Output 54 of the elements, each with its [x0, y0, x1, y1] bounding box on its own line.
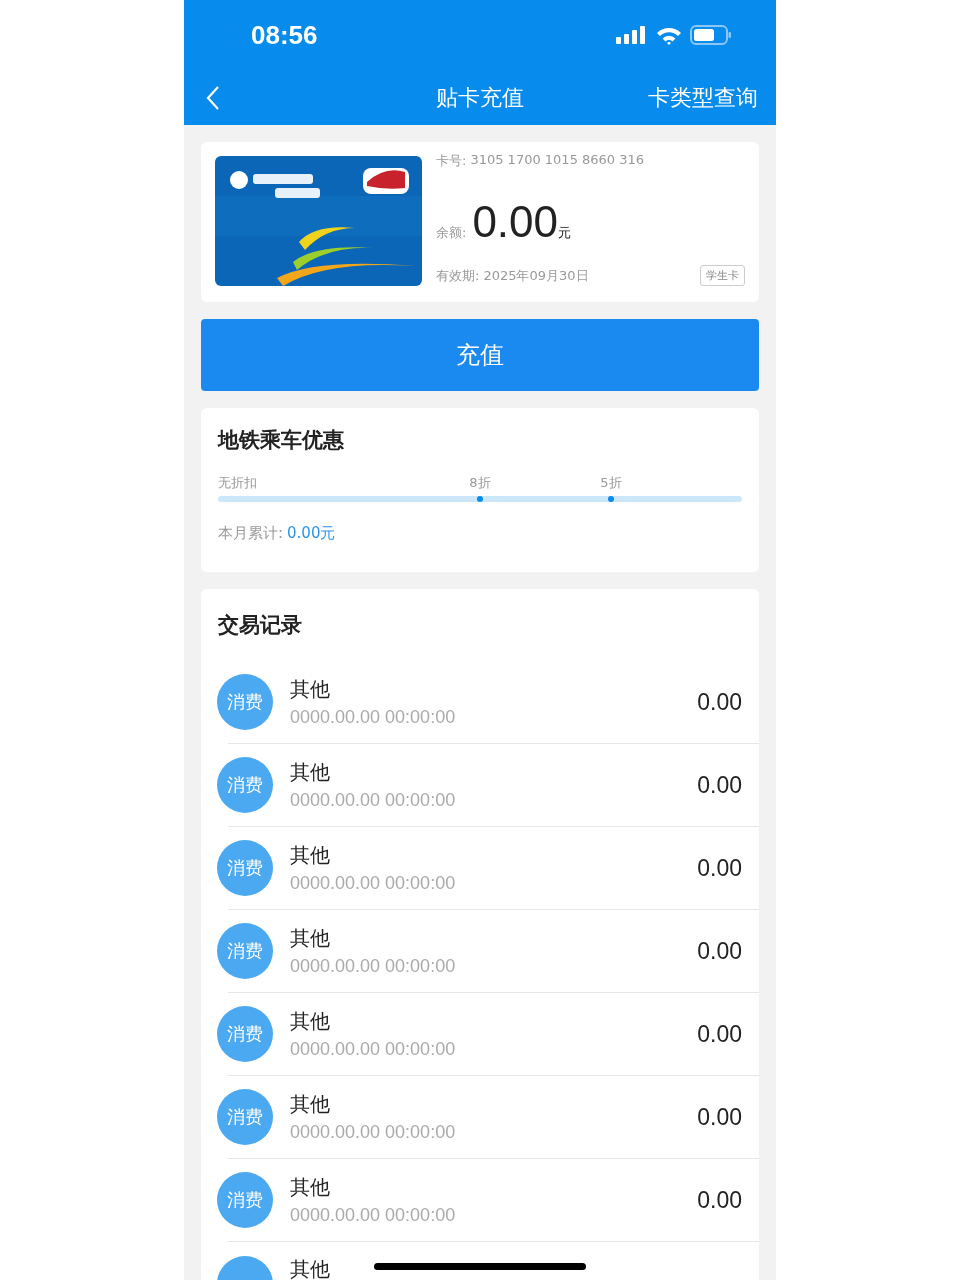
monthly-total-value: 0.00元 [287, 524, 336, 543]
transaction-amount: 0.00 [697, 1103, 742, 1131]
balance-amount: 0.00 [472, 196, 559, 247]
transaction-name: 其他 [290, 925, 331, 952]
page-title: 贴卡充值 [436, 83, 524, 112]
transaction-name: 其他 [290, 1174, 331, 1201]
battery-icon [690, 25, 732, 45]
transaction-name: 其他 [290, 676, 331, 703]
transaction-time: 0000.00.00 00:00:00 [290, 1039, 456, 1060]
card-number: 3105 1700 1015 8660 316 [470, 152, 645, 169]
balance-label: 余额: [436, 223, 467, 242]
transaction-time: 0000.00.00 00:00:00 [290, 1205, 456, 1226]
signal-icon [616, 26, 648, 44]
transaction-badge: 消费 [217, 757, 273, 813]
transaction-name: 其他 [290, 1091, 331, 1118]
transaction-name: 其他 [290, 759, 331, 786]
transaction-badge: 消费 [217, 923, 273, 979]
transaction-time: 0000.00.00 00:00:00 [290, 790, 456, 811]
tier-dot [608, 496, 614, 502]
transaction-name: 其他 [290, 1256, 330, 1280]
transaction-amount: 0.00 [697, 854, 742, 882]
transaction-time: 0000.00.00 00:00:00 [290, 956, 456, 977]
transaction-name: 其他 [290, 1008, 331, 1035]
transaction-time: 0000.00.00 00:00:00 [290, 707, 456, 728]
card-number-label: 卡号: [436, 152, 467, 170]
transaction-amount: 0.00 [697, 1020, 742, 1048]
transaction-badge: 消费 [217, 674, 273, 730]
card-type-tag: 学生卡 [700, 265, 745, 286]
transaction-time: 0000.00.00 00:00:00 [290, 1122, 456, 1143]
transaction-time: 0000.00.00 00:00:00 [290, 873, 456, 894]
tier-dot [477, 496, 483, 502]
transaction-amount: 0.00 [697, 771, 742, 799]
transaction-badge: 消费 [217, 1006, 273, 1062]
recharge-button[interactable]: 充值 [201, 319, 759, 391]
card-type-query-link[interactable]: 卡类型查询 [648, 82, 758, 113]
discount-tier-label: 8折 [469, 474, 491, 492]
transaction-amount: 0.00 [697, 1186, 742, 1214]
transaction-name: 其他 [290, 842, 331, 869]
wifi-icon [656, 25, 682, 45]
section-title: 地铁乘车优惠 [218, 427, 345, 454]
expiry-date: 2025年09月30日 [483, 266, 589, 285]
back-icon[interactable] [206, 85, 220, 110]
transaction-badge: 消费 [217, 1172, 273, 1228]
discount-tier-label: 无折扣 [218, 474, 257, 492]
balance-unit: 元 [558, 224, 572, 242]
transaction-badge: 消费 [217, 840, 273, 896]
status-time: 08:56 [251, 19, 318, 51]
expiry-label: 有效期: [436, 266, 480, 285]
transaction-amount: 0.00 [697, 688, 742, 716]
section-title: 交易记录 [217, 612, 303, 639]
discount-tier-label: 5折 [600, 474, 622, 492]
monthly-total-label: 本月累计: [218, 524, 284, 543]
transaction-amount: 0.00 [697, 937, 742, 965]
transaction-badge: 消费 [217, 1089, 273, 1145]
